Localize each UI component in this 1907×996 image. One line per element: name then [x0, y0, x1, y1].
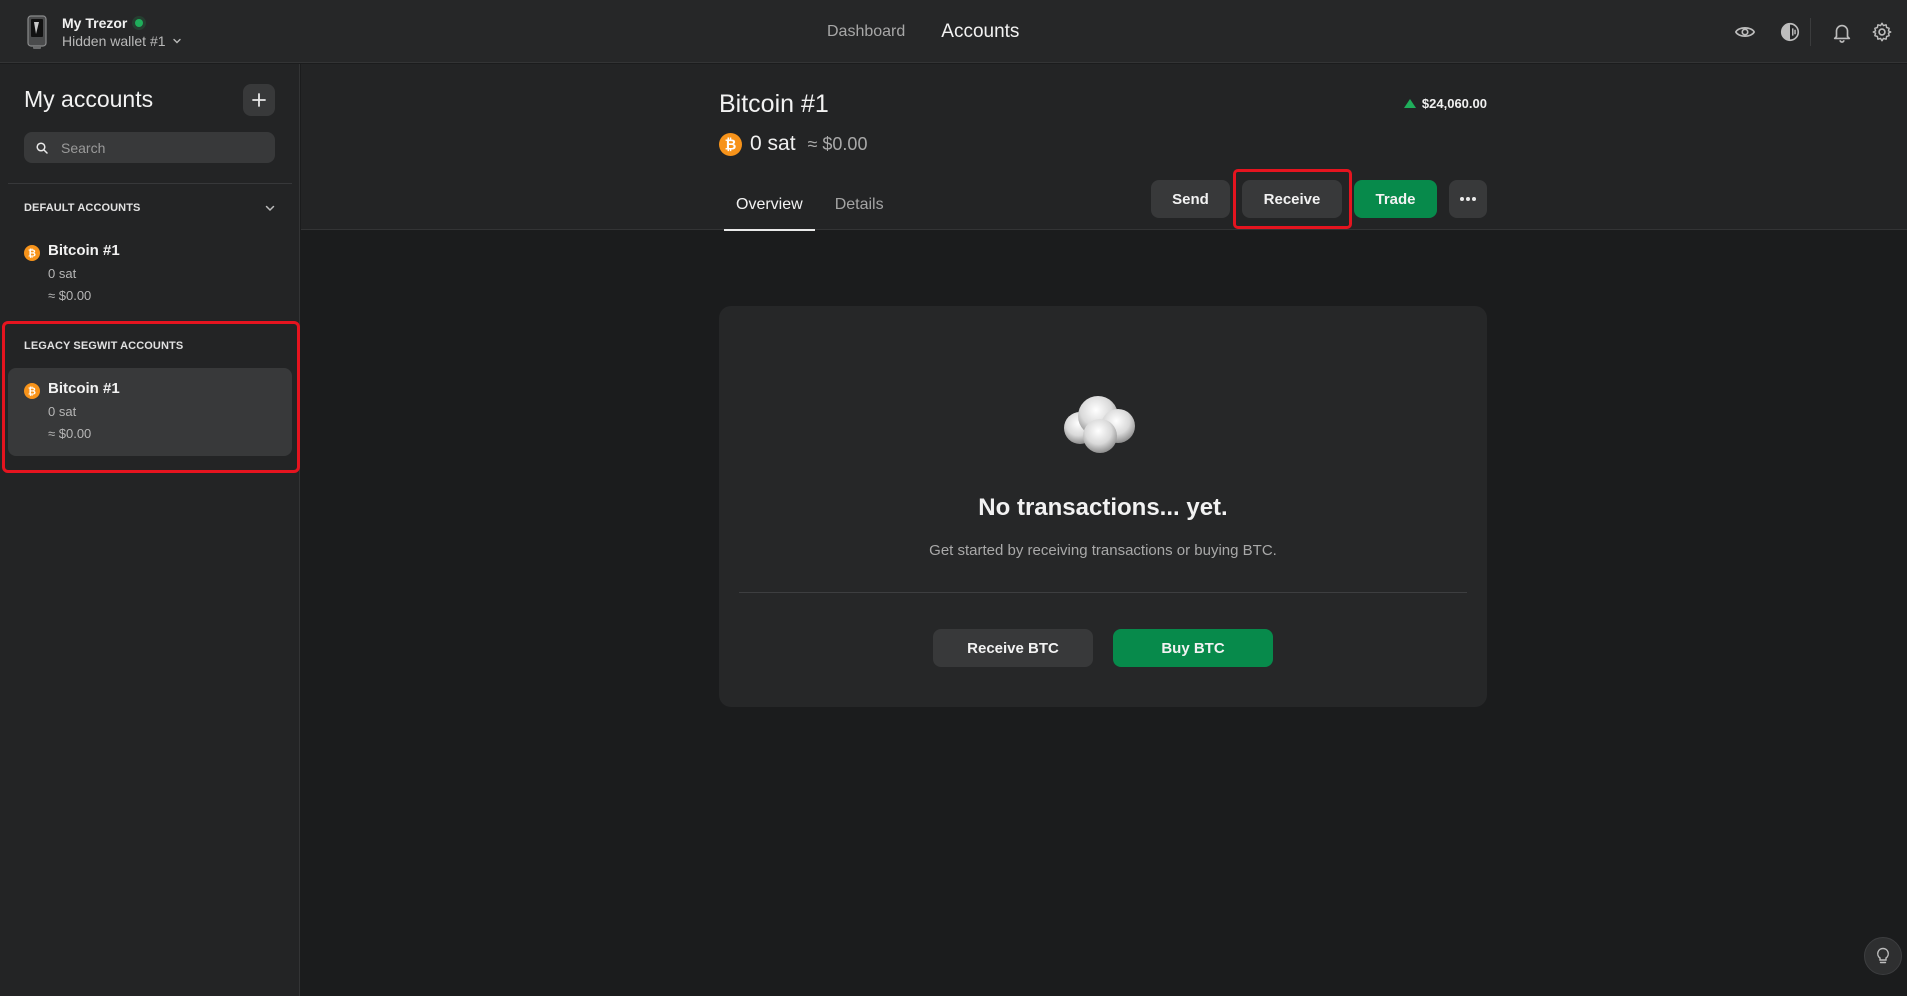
bitcoin-icon: ₿ [24, 383, 40, 399]
lightbulb-icon [1877, 947, 1889, 964]
trade-button[interactable]: Trade [1354, 180, 1437, 218]
svg-text:₿: ₿ [28, 386, 36, 398]
trezor-device-icon [27, 15, 47, 49]
wallet-name: Hidden wallet #1 [62, 33, 166, 49]
sidebar-title: My accounts [24, 86, 154, 112]
group-header-legacy-segwit[interactable]: LEGACY SEGWIT ACCOUNTS [24, 340, 276, 352]
account-fiat-balance: ≈ $0.00 [48, 288, 92, 303]
account-item-bitcoin-legacy-segwit[interactable]: ₿ Bitcoin #1 0 sat ≈ $0.00 [8, 368, 292, 456]
btc-price: $24,060.00 [1403, 96, 1487, 111]
connected-status-dot [135, 19, 144, 27]
more-options-button[interactable] [1449, 180, 1487, 218]
empty-state-subtitle: Get started by receiving transactions or… [929, 542, 1277, 559]
accounts-sidebar: My accounts DEFAULT ACCOUNTS ₿ Bitcoin #… [0, 64, 300, 996]
search-input[interactable] [61, 139, 261, 156]
nav-accounts[interactable]: Accounts [941, 21, 1019, 43]
lightbulb-tips-button[interactable] [1864, 937, 1902, 975]
empty-state-divider [739, 592, 1467, 593]
plus-icon [252, 93, 266, 107]
main-nav: Dashboard Accounts [827, 0, 1019, 63]
eye-icon[interactable] [1732, 19, 1758, 45]
account-search-box[interactable] [24, 132, 275, 163]
cloud-icon [1064, 396, 1135, 453]
svg-text:₿: ₿ [725, 137, 737, 153]
buy-btc-button[interactable]: Buy BTC [1113, 629, 1273, 667]
nav-dashboard[interactable]: Dashboard [827, 23, 905, 41]
chevron-down-icon [172, 38, 181, 44]
bitcoin-icon: ₿ [719, 132, 742, 156]
account-header: Bitcoin #1 ₿ 0 sat ≈ $0.00 $24,060.00 Ov… [301, 64, 1907, 231]
sidebar-divider [8, 183, 292, 184]
account-name: Bitcoin #1 [48, 380, 120, 397]
group-header-default[interactable]: DEFAULT ACCOUNTS [24, 202, 276, 214]
account-title: Bitcoin #1 [719, 90, 829, 118]
account-name: Bitcoin #1 [48, 242, 120, 259]
device-name: My Trezor [62, 15, 128, 31]
gear-icon[interactable] [1869, 19, 1895, 45]
account-balance: 0 sat [48, 266, 77, 281]
icon-separator [1810, 18, 1811, 46]
group-label-default: DEFAULT ACCOUNTS [24, 202, 141, 214]
btc-price-value: $24,060.00 [1421, 96, 1487, 111]
search-icon [36, 141, 48, 154]
empty-state-title: No transactions... yet. [978, 494, 1228, 521]
group-label-legacy-segwit: LEGACY SEGWIT ACCOUNTS [24, 340, 184, 352]
top-bar: My Trezor Hidden wallet #1 Dashboard Acc… [0, 0, 1907, 63]
account-tabs: Overview Details [724, 180, 904, 231]
account-balance-row: ₿ 0 sat ≈ $0.00 [719, 132, 867, 156]
bell-icon[interactable] [1829, 19, 1855, 45]
ellipsis-icon [1460, 197, 1476, 201]
svg-text:₿: ₿ [28, 248, 36, 260]
account-balance: 0 sat [48, 404, 77, 419]
tab-overview[interactable]: Overview [724, 180, 815, 231]
account-balance-fiat: ≈ $0.00 [807, 133, 868, 154]
chevron-down-icon [265, 205, 275, 212]
send-button[interactable]: Send [1151, 180, 1230, 218]
tab-details[interactable]: Details [823, 180, 896, 230]
add-account-button[interactable] [243, 84, 275, 116]
account-fiat-balance: ≈ $0.00 [48, 426, 92, 441]
price-up-arrow-icon [1403, 99, 1416, 108]
half-moon-icon[interactable] [1777, 19, 1803, 45]
empty-transactions-card: No transactions... yet. Get started by r… [719, 306, 1487, 707]
device-switcher[interactable]: My Trezor Hidden wallet #1 [24, 14, 182, 50]
bitcoin-icon: ₿ [24, 245, 40, 261]
receive-btc-button[interactable]: Receive BTC [933, 629, 1093, 667]
account-item-bitcoin-default[interactable]: ₿ Bitcoin #1 0 sat ≈ $0.00 [8, 230, 292, 318]
receive-button[interactable]: Receive [1242, 180, 1342, 218]
account-balance-main: 0 sat [750, 132, 796, 155]
